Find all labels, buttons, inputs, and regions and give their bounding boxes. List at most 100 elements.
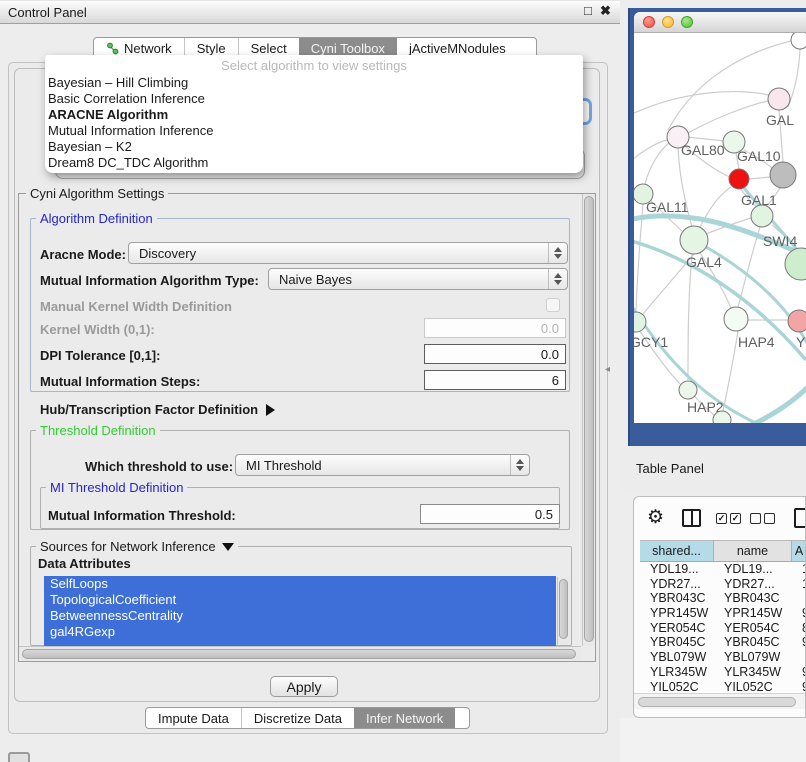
network-edge[interactable]	[634, 140, 667, 170]
network-node[interactable]	[770, 162, 796, 188]
table-cell: YDR27...	[714, 577, 792, 592]
network-node-label: GAL4	[686, 254, 722, 270]
table-row[interactable]: YDL19...YDL19...13	[640, 562, 806, 577]
table-settings-gear-icon[interactable]: ⚙	[647, 506, 664, 529]
mi-algorithm-type-label: Mutual Information Algorithm Type:	[40, 273, 259, 288]
table-cell: YBL079W	[714, 650, 792, 665]
table-row[interactable]: YER054CYER054C8.	[640, 621, 806, 636]
network-node-y[interactable]	[788, 310, 806, 332]
kernel-width-field[interactable]: 0.0	[424, 318, 566, 338]
node-table: shared...nameA YDL19...YDL19...13YDR27..…	[640, 540, 806, 694]
tab-label: Network	[124, 41, 172, 56]
network-node-label: GAL	[766, 112, 794, 128]
column-layout-icon[interactable]	[682, 509, 701, 527]
network-node[interactable]	[791, 33, 806, 49]
sources-title: Sources for Network Inference	[40, 539, 216, 554]
column-header-a[interactable]: A	[792, 541, 806, 561]
tab-infer-network[interactable]: Infer Network	[354, 708, 455, 728]
table-cell	[792, 591, 806, 606]
algorithm-option-bayesian-k2[interactable]: Bayesian – K2	[45, 139, 583, 155]
close-window-icon[interactable]: ✖	[600, 3, 611, 19]
mi-threshold-definition-title: MI Threshold Definition	[46, 480, 187, 495]
column-header-shared[interactable]: shared...	[640, 541, 714, 561]
table-cell: 9.	[792, 665, 806, 680]
network-edge[interactable]	[688, 254, 692, 380]
tab-impute-data[interactable]: Impute Data	[146, 708, 241, 728]
algorithm-option-dream8-dc-tdc-algorithm[interactable]: Dream8 DC_TDC Algorithm	[45, 155, 583, 171]
network-node-swi4[interactable]	[785, 248, 806, 280]
table-row[interactable]: YIL052CYIL052C9	[640, 680, 806, 695]
network-node-gal4[interactable]	[680, 226, 708, 254]
settings-horizontal-scrollbar[interactable]	[19, 646, 581, 661]
algorithm-option-bayesian-hill-climbing[interactable]: Bayesian – Hill Climbing	[45, 75, 583, 91]
attribute-item-betweennesscentrality[interactable]: BetweennessCentrality	[44, 608, 556, 624]
network-edge[interactable]	[688, 100, 772, 133]
table-row[interactable]: YLR345WYLR345W9.	[640, 665, 806, 680]
combo-stepper-icon[interactable]	[548, 243, 567, 263]
network-edge[interactable]	[738, 227, 760, 307]
expander-arrow-icon[interactable]	[266, 404, 275, 416]
network-edge[interactable]	[686, 137, 725, 141]
aracne-mode-combobox[interactable]: Discovery	[128, 242, 568, 264]
mi-algorithm-type-combobox[interactable]: Naive Bayes	[268, 268, 568, 290]
splitpane-arrow-icon[interactable]: ◂	[605, 364, 610, 375]
column-header-name[interactable]: name	[714, 541, 792, 561]
table-row[interactable]: YBL079WYBL079W	[640, 650, 806, 665]
network-window-titlebar[interactable]	[634, 12, 806, 33]
network-edge[interactable]	[749, 177, 770, 179]
apply-button[interactable]: Apply	[270, 676, 338, 697]
attributes-list-scrollbar[interactable]	[557, 577, 569, 645]
network-node-hap4[interactable]	[724, 307, 748, 331]
network-view-window: GALGAL80GAL10GAL1GAL11GAL4SWI4GCY1HAP4YH…	[634, 12, 806, 423]
which-threshold-combobox[interactable]: MI Threshold	[235, 454, 530, 476]
table-row[interactable]: YPR145WYPR145W9.	[640, 606, 806, 621]
table-cell: YDL19...	[714, 562, 792, 577]
table-row[interactable]: YBR043CYBR043C	[640, 591, 806, 606]
tab-label: Style	[197, 41, 226, 56]
screen: Control Panel □ ✖ NetworkStyleSelectCyni…	[0, 0, 806, 762]
algorithm-option-basic-correlation-inference[interactable]: Basic Correlation Inference	[45, 91, 583, 107]
select-all-icon[interactable]: ✓✓	[716, 513, 741, 524]
network-canvas[interactable]: GALGAL80GAL10GAL1GAL11GAL4SWI4GCY1HAP4YH…	[634, 33, 806, 423]
table-cell: YBL079W	[640, 650, 714, 665]
sources-title-expander[interactable]: Sources for Network Inference	[36, 539, 238, 554]
hub-definition-label: Hub/Transcription Factor Definition	[40, 402, 258, 417]
minimize-traffic-light-icon[interactable]	[662, 16, 674, 28]
attribute-item-topologicalcoefficient[interactable]: TopologicalCoefficient	[44, 592, 556, 608]
table-row[interactable]: YBR045CYBR045C9.	[640, 635, 806, 650]
combo-stepper-icon[interactable]	[548, 269, 567, 289]
table-cell: YPR145W	[714, 606, 792, 621]
mi-threshold-field[interactable]: 0.5	[420, 504, 560, 524]
deselect-all-icon[interactable]	[750, 513, 775, 524]
combo-stepper-icon[interactable]	[510, 455, 529, 475]
tab-discretize-data[interactable]: Discretize Data	[241, 708, 354, 728]
settings-vertical-scrollbar[interactable]	[582, 194, 595, 646]
network-edge-highlighted[interactable]	[745, 385, 806, 423]
float-window-icon[interactable]: □	[584, 3, 592, 18]
clipped-toolbar-icon[interactable]	[794, 508, 806, 528]
manual-kernel-width-checkbox[interactable]	[546, 298, 560, 312]
table-panel-header: Table Panel	[620, 446, 806, 490]
attribute-item-selfloops[interactable]: SelfLoops	[44, 576, 556, 592]
algorithm-option-mutual-information-inference[interactable]: Mutual Information Inference	[45, 123, 583, 139]
network-edge[interactable]	[645, 143, 669, 184]
algorithm-popup-list: Bayesian – Hill ClimbingBasic Correlatio…	[45, 75, 583, 171]
network-node-gal1[interactable]	[751, 205, 773, 227]
collapse-arrow-icon[interactable]	[222, 543, 234, 551]
table-cell: YDR27...	[640, 577, 714, 592]
dpi-tolerance-field[interactable]: 0.0	[424, 344, 566, 364]
table-row[interactable]: YDR27...YDR27...12	[640, 577, 806, 592]
hub-definition-expander[interactable]: Hub/Transcription Factor Definition	[40, 402, 275, 417]
network-node-gal[interactable]	[768, 88, 790, 110]
network-node-gcy1[interactable]	[634, 312, 646, 332]
network-node-hap2[interactable]	[679, 381, 697, 399]
algorithm-option-aracne-algorithm[interactable]: ARACNE Algorithm	[45, 107, 583, 123]
network-node-label: Y	[796, 334, 806, 350]
close-traffic-light-icon[interactable]	[643, 16, 655, 28]
network-edge[interactable]	[723, 331, 738, 411]
mi-steps-field[interactable]: 6	[424, 370, 566, 390]
table-horizontal-scrollbar[interactable]	[634, 693, 805, 709]
network-node[interactable]	[729, 169, 749, 189]
zoom-traffic-light-icon[interactable]	[681, 16, 693, 28]
attribute-item-gal4rgexp[interactable]: gal4RGexp	[44, 624, 556, 640]
